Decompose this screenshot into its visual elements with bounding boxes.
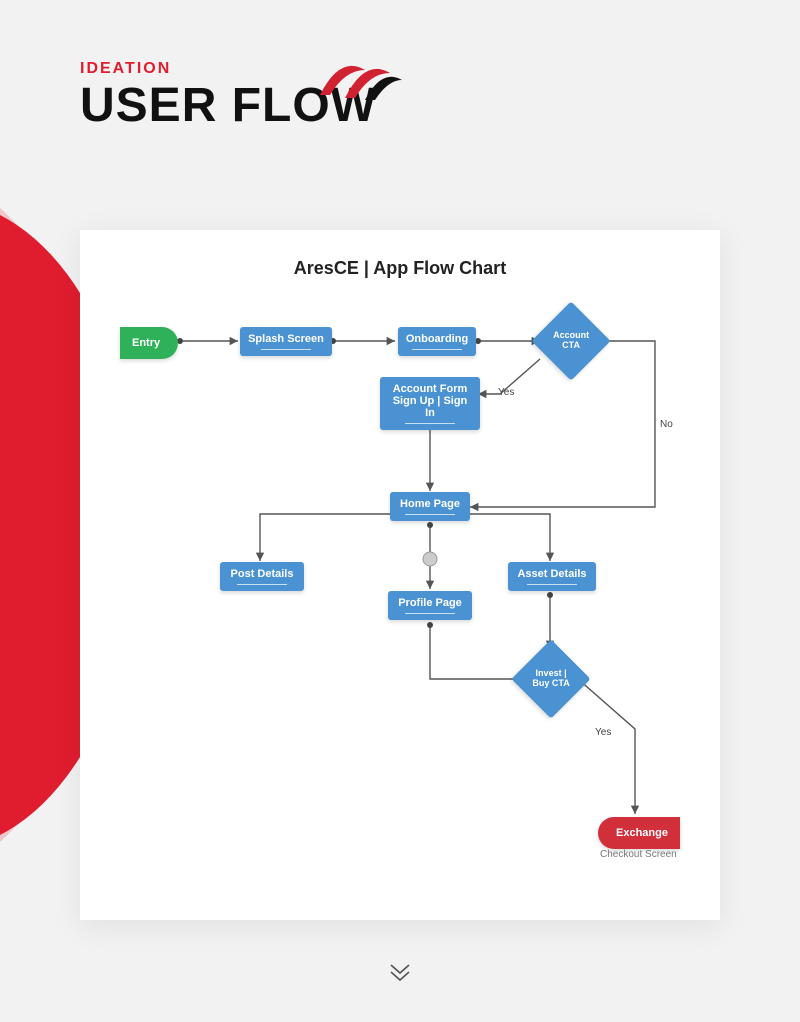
- node-label: Onboarding: [406, 333, 468, 345]
- exchange-caption: Checkout Screen: [600, 849, 677, 860]
- node-splash: Splash Screen: [240, 327, 332, 356]
- node-profile: Profile Page: [388, 591, 472, 620]
- flowchart-canvas: Entry Splash Screen Onboarding Account C…: [80, 279, 720, 919]
- node-account-form: Account Form Sign Up | Sign In: [380, 377, 480, 430]
- node-label: Splash Screen: [248, 333, 324, 345]
- chart-title: AresCE | App Flow Chart: [80, 258, 720, 279]
- node-label: Asset Details: [517, 568, 586, 580]
- node-label: Exchange: [616, 827, 668, 839]
- node-exchange: Exchange: [598, 817, 680, 849]
- logo-icon: [310, 50, 410, 110]
- scroll-chevron-icon[interactable]: [385, 957, 415, 992]
- node-label: Post Details: [231, 568, 294, 580]
- header: IDEATION USER FLOW: [80, 60, 377, 133]
- node-label: Profile Page: [398, 597, 462, 609]
- node-asset-details: Asset Details: [508, 562, 596, 591]
- node-label: Account Form Sign Up | Sign In: [388, 383, 472, 419]
- node-label: Invest | Buy CTA: [531, 669, 571, 689]
- node-label: Account CTA: [551, 331, 591, 351]
- node-post-details: Post Details: [220, 562, 304, 591]
- node-onboarding: Onboarding: [398, 327, 476, 356]
- node-label: Home Page: [400, 498, 460, 510]
- node-label: Entry: [132, 337, 160, 349]
- node-entry: Entry: [120, 327, 178, 359]
- edge-label-yes2: Yes: [595, 727, 611, 738]
- edge-label-no: No: [660, 419, 673, 430]
- node-home: Home Page: [390, 492, 470, 521]
- edge-label-yes1: Yes: [498, 387, 514, 398]
- flowchart-panel: AresCE | App Flow Chart: [80, 230, 720, 920]
